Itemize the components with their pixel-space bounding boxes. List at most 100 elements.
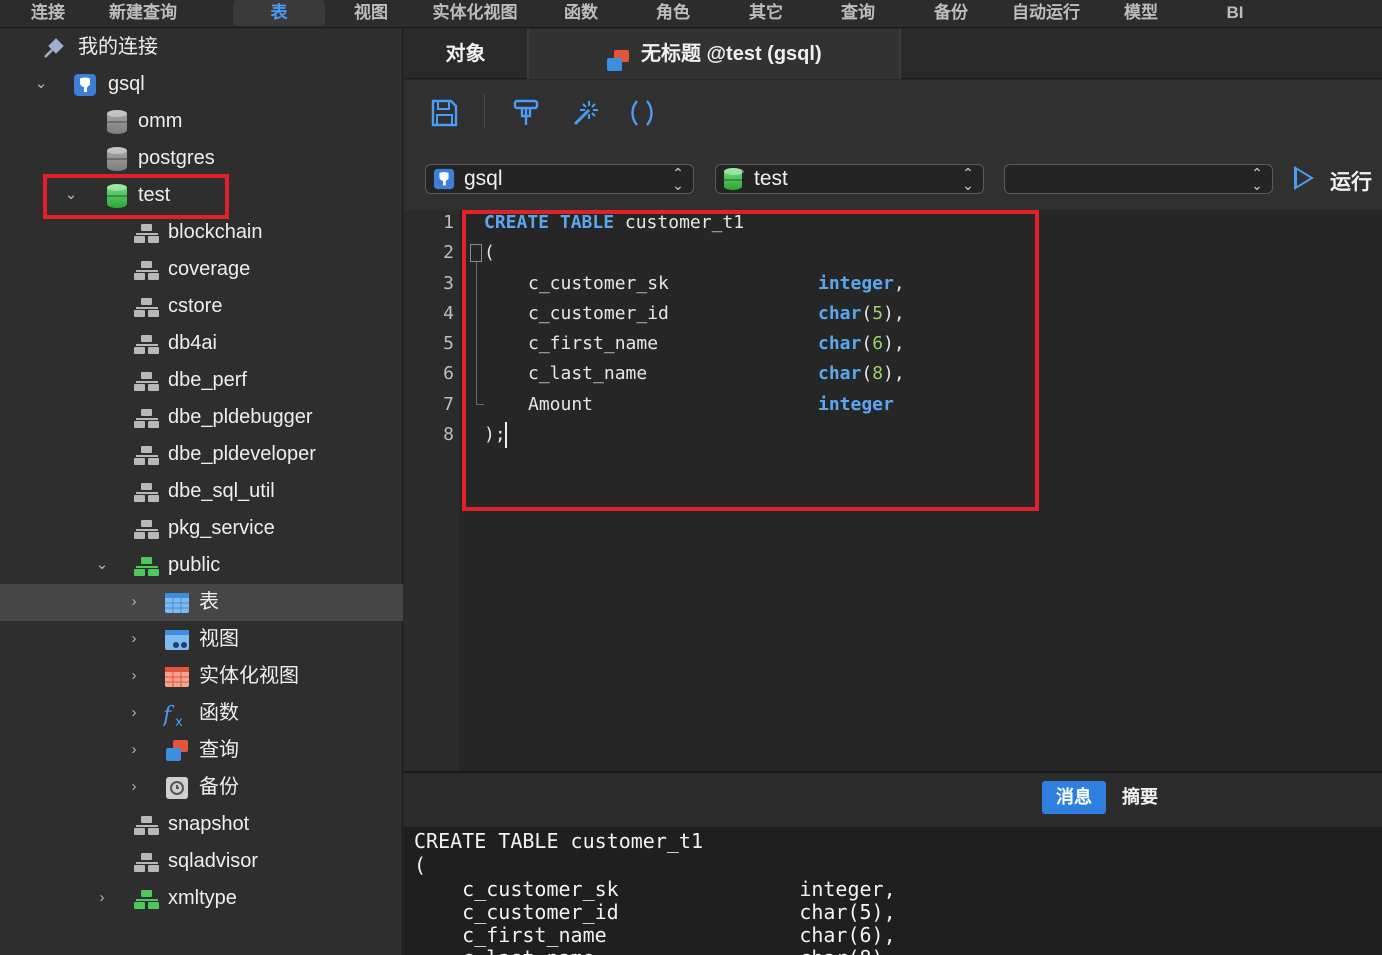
format-brush-icon[interactable] xyxy=(510,98,542,130)
tree-item-materialized-views[interactable]: › 实体化视图 xyxy=(0,658,403,695)
menu-views[interactable]: 视图 xyxy=(340,0,402,26)
menu-tables[interactable]: 表 xyxy=(233,0,325,26)
tree-label: 表 xyxy=(199,591,219,613)
tab-objects[interactable]: 对象 xyxy=(404,29,529,79)
postgresql-elephant-icon xyxy=(433,168,455,190)
chevron-down-icon[interactable]: ⌄ xyxy=(93,556,111,574)
schema-icon xyxy=(134,406,159,430)
menu-backup[interactable]: 备份 xyxy=(920,0,982,26)
save-icon[interactable] xyxy=(428,98,460,130)
schema-icon xyxy=(134,221,159,245)
menu-others[interactable]: 其它 xyxy=(735,0,797,26)
tree-label: public xyxy=(168,554,221,576)
tree-item-backups[interactable]: › 备份 xyxy=(0,769,403,806)
editor-tab-bar: 对象 无标题 @test (gsql) xyxy=(404,29,1382,79)
table-icon xyxy=(164,591,190,615)
query-icon xyxy=(605,42,631,71)
tab-message[interactable]: 消息 xyxy=(1042,781,1106,814)
tree-schema[interactable]: cstore xyxy=(0,288,403,325)
tab-label: 无标题 @test (gsql) xyxy=(641,43,822,65)
query-toolbar: gsql ⌃ ⌄ test ⌃ ⌄ ⌃ ⌄ 运行 xyxy=(404,80,1382,210)
tree-label: db4ai xyxy=(168,332,217,354)
tree-schema[interactable]: pkg_service xyxy=(0,510,403,547)
tree-schema[interactable]: sqladvisor xyxy=(0,843,403,880)
chevron-right-icon[interactable]: › xyxy=(93,889,111,907)
result-tab-bar: 消息 摘要 xyxy=(404,773,1382,827)
navigator-sidebar: 我的连接 ⌄ gsql omm postgres ⌄ test blockcha… xyxy=(0,29,403,955)
tree-schema[interactable]: coverage xyxy=(0,251,403,288)
line-number: 2 xyxy=(443,242,454,263)
tree-schema[interactable]: db4ai xyxy=(0,325,403,362)
tree-label: blockchain xyxy=(168,221,263,243)
tree-item-functions[interactable]: › fx 函数 xyxy=(0,695,403,732)
tree-schema[interactable]: dbe_sql_util xyxy=(0,473,403,510)
toolbar-separator xyxy=(484,94,485,128)
menu-functions[interactable]: 函数 xyxy=(550,0,612,26)
parentheses-icon[interactable] xyxy=(626,98,658,130)
tree-label: omm xyxy=(138,110,183,132)
tree-label: 备份 xyxy=(199,776,239,798)
tree-label: postgres xyxy=(138,147,215,169)
function-fx-icon: fx xyxy=(161,702,191,730)
tree-root-my-connections[interactable]: 我的连接 xyxy=(0,29,403,66)
line-number-gutter: 1 2 3 4 5 6 7 8 xyxy=(404,210,459,771)
tree-database-omm[interactable]: omm xyxy=(0,103,403,140)
menu-automation[interactable]: 自动运行 xyxy=(1000,0,1092,26)
tree-item-views[interactable]: › 视图 xyxy=(0,621,403,658)
line-number: 4 xyxy=(443,303,454,324)
database-icon xyxy=(723,168,745,190)
tree-label: 查询 xyxy=(199,739,239,761)
chevron-right-icon[interactable]: › xyxy=(125,778,143,796)
tree-label: cstore xyxy=(168,295,223,317)
menu-new-query[interactable]: 新建查询 xyxy=(98,0,188,26)
tree-schema[interactable]: snapshot xyxy=(0,806,403,843)
tree-item-tables[interactable]: › 表 xyxy=(0,584,403,621)
chevron-down-icon[interactable]: ⌄ xyxy=(32,75,50,93)
tree-schema[interactable]: dbe_pldeveloper xyxy=(0,436,403,473)
chevron-right-icon[interactable]: › xyxy=(125,593,143,611)
output-line: c_customer_sk integer, xyxy=(414,877,896,901)
menu-roles[interactable]: 角色 xyxy=(642,0,704,26)
tab-summary[interactable]: 摘要 xyxy=(1122,781,1158,814)
tree-item-queries[interactable]: › 查询 xyxy=(0,732,403,769)
run-label: 运行 xyxy=(1330,171,1372,194)
connection-select[interactable]: gsql ⌃ ⌄ xyxy=(425,164,694,194)
schema-select[interactable]: ⌃ ⌄ xyxy=(1004,164,1273,194)
schema-icon xyxy=(134,813,159,837)
magic-wand-icon[interactable] xyxy=(568,98,600,130)
schema-icon xyxy=(134,295,159,319)
schema-icon xyxy=(134,850,159,874)
svg-text:x: x xyxy=(175,715,183,728)
top-menu-bar: 连接 新建查询 表 视图 实体化视图 函数 角色 其它 查询 备份 自动运行 模… xyxy=(0,0,1382,28)
menu-queries[interactable]: 查询 xyxy=(827,0,889,26)
menu-connect[interactable]: 连接 xyxy=(18,0,78,26)
menu-materialized-views[interactable]: 实体化视图 xyxy=(420,0,530,26)
schema-icon xyxy=(134,480,159,504)
tree-schema-public[interactable]: ⌄ public xyxy=(0,547,403,584)
tree-label: gsql xyxy=(108,73,145,95)
line-number: 6 xyxy=(443,363,454,384)
connection-select-value: gsql xyxy=(464,167,503,190)
chevron-right-icon[interactable]: › xyxy=(125,741,143,759)
menu-bi[interactable]: BI xyxy=(1210,0,1260,26)
tree-connection-gsql[interactable]: ⌄ gsql xyxy=(0,66,403,103)
menu-models[interactable]: 模型 xyxy=(1110,0,1172,26)
tree-schema[interactable]: dbe_pldebugger xyxy=(0,399,403,436)
tree-schema[interactable]: dbe_perf xyxy=(0,362,403,399)
tree-schema-xmltype[interactable]: › xmltype xyxy=(0,880,403,917)
backup-icon xyxy=(164,776,190,800)
tab-query[interactable]: 无标题 @test (gsql) xyxy=(529,29,901,79)
chevron-right-icon[interactable]: › xyxy=(125,704,143,722)
tab-label: 对象 xyxy=(445,43,486,65)
database-select[interactable]: test ⌃ ⌄ xyxy=(715,164,984,194)
chevron-right-icon[interactable]: › xyxy=(125,667,143,685)
output-line: c_first_name char(6), xyxy=(414,923,896,947)
tree-label: 我的连接 xyxy=(78,36,158,58)
play-icon xyxy=(1294,166,1314,190)
up-down-chevron-icon: ⌃ ⌄ xyxy=(962,165,974,193)
materialized-view-icon xyxy=(164,665,190,689)
sql-editor[interactable]: 1 2 3 4 5 6 7 8 CREATE TABLE customer_t1… xyxy=(404,210,1382,771)
tree-schema[interactable]: blockchain xyxy=(0,214,403,251)
chevron-right-icon[interactable]: › xyxy=(125,630,143,648)
tree-database-postgres[interactable]: postgres xyxy=(0,140,403,177)
